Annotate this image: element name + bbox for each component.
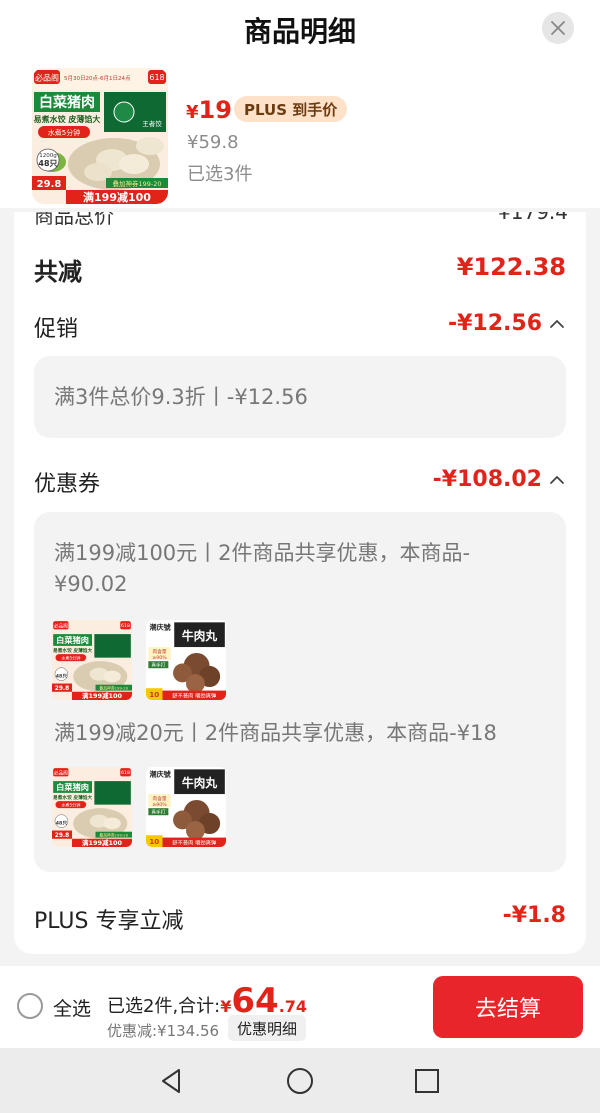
coupon-value: -¥108.02 (432, 467, 542, 492)
total-integer: 64 (231, 981, 279, 1021)
discount-summary: 优惠减:¥134.56 (107, 1022, 220, 1040)
nav-back-button[interactable] (157, 1066, 187, 1096)
mini-small-banner: 叠加神券199-20 (99, 832, 128, 837)
back-triangle-icon (162, 1069, 180, 1093)
selected-total-label: 已选2件,合计: (107, 996, 221, 1017)
close-button[interactable] (542, 12, 574, 44)
coupon-detail-box: 满199减100元丨2件商品共享优惠，本商品-¥90.02 必品阁 618 白菜… (34, 512, 566, 872)
promo-value: -¥12.56 (447, 311, 542, 336)
beef-meat-pct: ≥90% (152, 802, 167, 808)
thumb-small-banner: 叠加神券199-20 (112, 179, 161, 188)
beef-brand: 潮庆號 (149, 622, 171, 631)
subtotal-row-clipped: 商品总价 ¥179.4 (34, 212, 568, 228)
mini-618: 618 (121, 770, 130, 776)
thumb-badge-price: 29.8 (37, 179, 62, 190)
mini-title: 白菜猪肉 (56, 782, 89, 792)
select-all-label[interactable]: 全选 (53, 994, 91, 1021)
original-price: ¥59.8 (187, 132, 239, 153)
checkout-button[interactable]: 去结算 (433, 976, 583, 1038)
coupon-2-product-beef-ball[interactable]: 潮庆號 牛肉丸 肉含量 ≥90% 真手打 10 舒不普肉 嚼劲爽弹 (146, 767, 226, 847)
coupon-2-text: 满199减20元丨2件商品共享优惠，本商品-¥18 (54, 721, 497, 745)
detail-sheet: 商品明细 必品阁 5月30日20点-6月1日24点 618 白菜猪肉 易煮水饺 … (0, 0, 600, 966)
promo-toggle[interactable]: -¥12.56 (448, 311, 566, 336)
thumb-side-brand: 王者饺 (142, 119, 162, 128)
thumb-count: 48只 (38, 159, 57, 168)
thumb-banner: 满199减100 (83, 190, 151, 204)
beef-title: 牛肉丸 (182, 629, 217, 643)
nav-home-button[interactable] (285, 1066, 315, 1096)
system-nav-bar (0, 1048, 600, 1113)
total-summary: 已选2件,合计: ¥ 64 .74 (107, 981, 308, 1021)
promo-detail-box: 满3件总价9.3折丨-¥12.56 (34, 356, 566, 438)
total-cut-label: 共减 (34, 258, 82, 286)
recents-square-icon (415, 1069, 439, 1093)
mini-badge-price: 29.8 (55, 833, 70, 839)
thumb-618: 618 (149, 73, 164, 82)
total-decimal: .74 (278, 997, 308, 1016)
plus-price-badge: PLUS 到手价 (234, 96, 348, 122)
checkout-bar: 全选 已选2件,合计: ¥ 64 .74 优惠减:¥134.56 优惠明细 去结… (0, 966, 600, 1048)
coupon-2-product-dumpling[interactable]: 必品阁 618 白菜猪肉 易煮水饺 皮薄馅大 水煮5分钟 48只 29.8 叠加… (52, 767, 132, 847)
mini-banner: 满199减100 (82, 838, 122, 847)
selected-count: 已选3件 (187, 164, 253, 185)
promo-detail-text: 满3件总价9.3折丨-¥12.56 (54, 385, 308, 409)
plus-discount-value: -¥1.8 (502, 903, 566, 928)
thumb-promo-date: 5月30日20点-6月1日24点 (64, 75, 131, 82)
product-price: ¥19 (186, 96, 232, 124)
mini-618: 618 (121, 623, 130, 629)
total-cut-value: ¥122.38 (456, 253, 566, 281)
coupon-1-product-dumpling[interactable]: 必品阁 618 白菜猪肉 易煮水饺 皮薄馅大 水煮5分钟 48只 29.8 叠加… (52, 620, 132, 700)
chevron-up-icon (550, 475, 564, 484)
price-value: 19 (198, 96, 232, 124)
beef-brand: 潮庆號 (149, 769, 171, 778)
coupon-label: 优惠券 (34, 472, 101, 497)
beef-price: 10 (149, 690, 159, 699)
promo-label: 促销 (34, 317, 79, 342)
thumb-boil: 水煮5分钟 (48, 128, 80, 137)
subtotal-value: ¥179.4 (498, 212, 568, 224)
sheet-title: 商品明细 (243, 15, 356, 48)
close-icon (551, 21, 565, 35)
home-circle-icon (287, 1068, 313, 1094)
coupon-toggle[interactable]: -¥108.02 (433, 467, 566, 492)
product-thumbnail[interactable]: 必品阁 5月30日20点-6月1日24点 618 白菜猪肉 易煮水饺 皮薄馅大 … (32, 68, 168, 204)
thumb-title: 白菜猪肉 (39, 94, 95, 111)
select-all-radio[interactable] (17, 993, 43, 1019)
thumb-subtitle: 易煮水饺 皮薄馅大 (34, 114, 101, 124)
chevron-up-icon (550, 319, 564, 328)
subtotal-label: 商品总价 (34, 212, 114, 228)
beef-meat-pct: ≥90% (152, 655, 167, 661)
coupon-1-product-beef-ball[interactable]: 潮庆號 牛肉丸 肉含量 ≥90% 真手打 10 舒不普肉 嚼劲爽弹 (146, 620, 226, 700)
mini-title: 白菜猪肉 (56, 635, 89, 645)
discount-detail-card: 商品总价 ¥179.4 共减 ¥122.38 促销 -¥12.56 满3件总价9… (14, 212, 586, 954)
sheet-header: 商品明细 (0, 0, 600, 58)
total-symbol: ¥ (220, 997, 232, 1016)
plus-discount-label: PLUS 专享立减 (34, 909, 184, 934)
discount-detail-button[interactable]: 优惠明细 (228, 1015, 307, 1041)
mini-small-banner: 叠加神券199-20 (99, 685, 128, 690)
mini-boil: 水煮5分钟 (61, 801, 80, 807)
price-symbol: ¥ (186, 102, 199, 123)
beef-price: 10 (149, 837, 159, 846)
mini-banner: 满199减100 (82, 691, 122, 700)
mini-boil: 水煮5分钟 (61, 654, 80, 660)
nav-recents-button[interactable] (412, 1066, 442, 1096)
beef-title: 牛肉丸 (182, 776, 217, 790)
mini-badge-price: 29.8 (55, 686, 70, 692)
thumb-brand: 必品阁 (35, 73, 59, 83)
coupon-1-text: 满199减100元丨2件商品共享优惠，本商品-¥90.02 (54, 541, 471, 596)
product-summary: 必品阁 5月30日20点-6月1日24点 618 白菜猪肉 易煮水饺 皮薄馅大 … (0, 58, 600, 208)
